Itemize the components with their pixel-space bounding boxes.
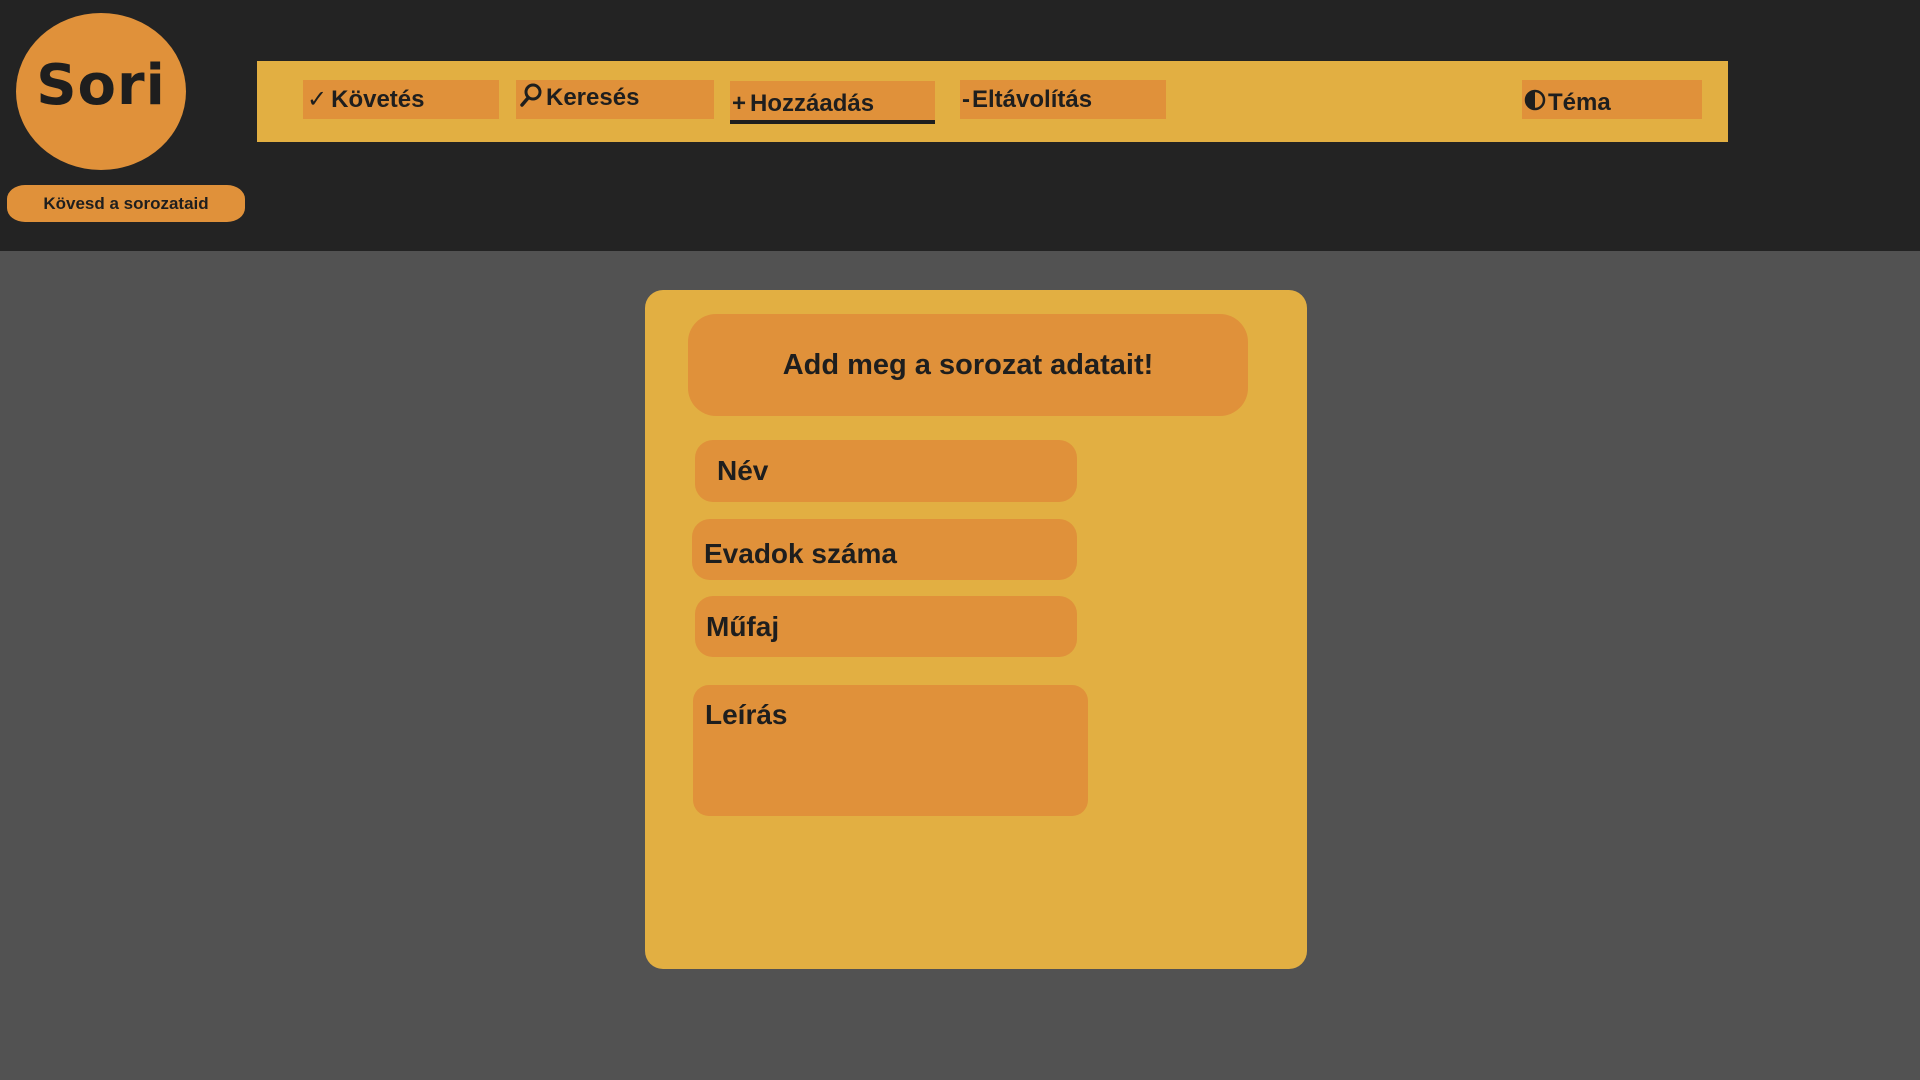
logo-text: Sori (36, 53, 166, 118)
theme-contrast-icon (1524, 89, 1546, 116)
nav-item-kereses[interactable]: Keresés (516, 80, 714, 119)
name-field[interactable]: Név (695, 440, 1077, 502)
checkmark-icon: ✓ (307, 85, 328, 113)
nav-item-tema[interactable]: Téma (1522, 80, 1702, 119)
genre-field-label: Műfaj (706, 610, 780, 642)
search-icon (520, 83, 542, 112)
minus-icon: - (962, 85, 970, 113)
add-series-card: Add meg a sorozat adatait! Név Evadok sz… (645, 290, 1307, 969)
description-field-label: Leírás (705, 699, 788, 730)
seasons-field-label: Evadok száma (704, 537, 897, 569)
nav-item-label: Téma (1548, 88, 1611, 116)
tagline: Kövesd a sorozataid (7, 185, 245, 222)
logo[interactable]: Sori (16, 13, 186, 170)
nav-item-kovetes[interactable]: ✓ Követés (303, 80, 499, 119)
description-field[interactable]: Leírás (693, 685, 1088, 816)
nav-item-label: Hozzáadás (750, 89, 875, 117)
name-field-label: Név (717, 455, 769, 486)
top-header: Sori Kövesd a sorozataid ✓ Követés Keres… (0, 0, 1920, 251)
seasons-field[interactable]: Evadok száma (692, 519, 1077, 580)
nav-item-label: Eltávolítás (972, 85, 1093, 113)
plus-icon: + (732, 89, 747, 117)
nav-item-label: Keresés (546, 83, 640, 111)
form-title: Add meg a sorozat adatait! (688, 314, 1248, 416)
genre-field[interactable]: Műfaj (695, 596, 1077, 657)
nav-item-hozzaadas[interactable]: + Hozzáadás (730, 81, 935, 124)
nav-item-eltavolitas[interactable]: - Eltávolítás (960, 80, 1166, 119)
nav-item-label: Követés (331, 85, 425, 113)
nav-bar: ✓ Követés Keresés + Hozzáadás - Eltávolí… (257, 61, 1728, 142)
